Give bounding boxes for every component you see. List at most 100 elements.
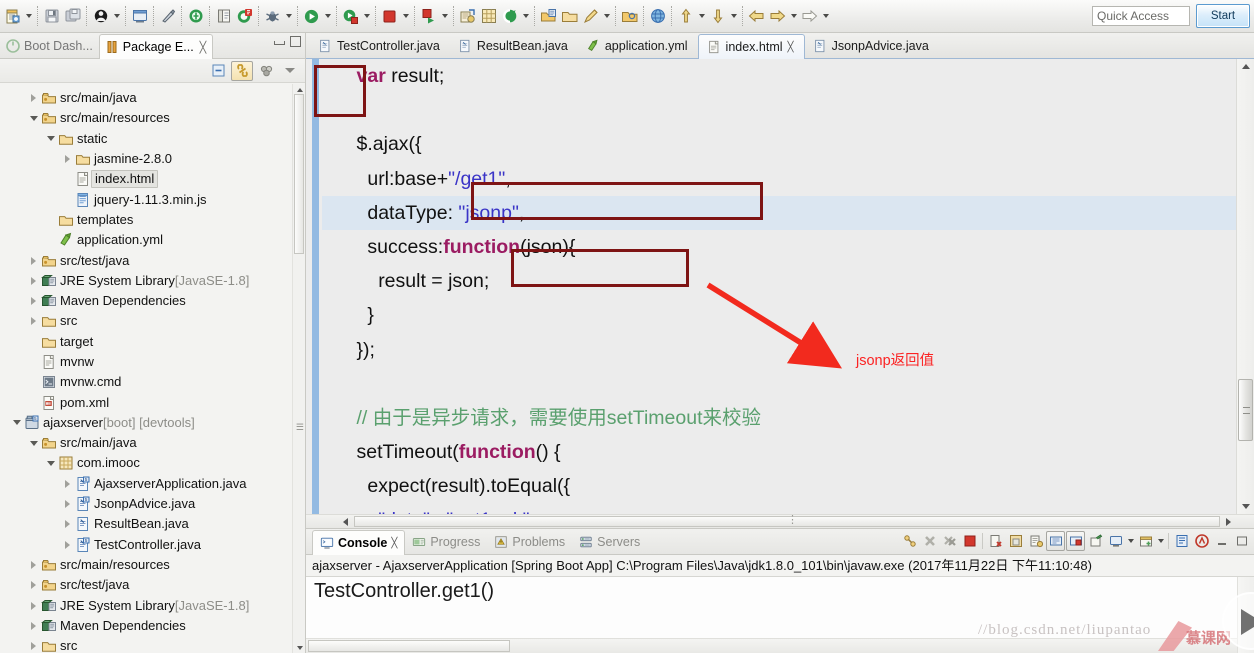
view-tab-boot-dashboard[interactable]: Boot Dash... [0,33,99,58]
new-wizard-dropdown-arrow[interactable] [23,5,34,27]
debug-dropdown-arrow[interactable] [283,5,294,27]
console-tab-problems[interactable]: Problems [487,529,572,554]
pin-console-icon[interactable] [1066,531,1085,551]
new-console-view-icon[interactable] [1136,531,1155,551]
tree-item-jre-system-library[interactable]: JRE System Library [JavaSE-1.8] [0,595,305,615]
next-annotation-dropdown-arrow[interactable] [728,5,739,27]
relaunch-icon[interactable] [900,531,919,551]
next-edit-dropdown-arrow[interactable] [820,5,831,27]
coverage-icon[interactable] [418,5,439,27]
tree-item-maven-dependencies[interactable]: Maven Dependencies [0,616,305,636]
open-perspective-icon[interactable] [129,5,150,27]
terminate-icon[interactable] [379,5,400,27]
scroll-down-arrow[interactable] [1237,499,1254,514]
console-vertical-scrollbar[interactable] [1237,577,1254,653]
tree-item-com-imooc[interactable]: com.imooc [0,453,305,473]
debug-icon[interactable] [262,5,283,27]
tree-item-maven-dependencies[interactable]: Maven Dependencies [0,291,305,311]
clear-console-icon[interactable] [1026,531,1045,551]
previous-annotation-icon[interactable] [675,5,696,27]
toggle-mark-occurrences-icon[interactable] [157,5,178,27]
edit-dropdown-arrow[interactable] [601,5,612,27]
new-junit-dropdown-arrow[interactable] [520,5,531,27]
open-console-icon[interactable] [1106,531,1125,551]
expand-arrow-icon[interactable] [27,293,40,309]
maximize-icon[interactable] [1232,531,1251,551]
expand-arrow-icon[interactable] [61,496,74,512]
open-dialog-icon[interactable] [234,5,255,27]
folder-icon[interactable] [559,5,580,27]
editor-vertical-scrollbar[interactable] [1236,59,1254,514]
open-type-icon[interactable] [185,5,206,27]
console-horizontal-scrollbar[interactable] [306,638,1237,653]
tree-item-src[interactable]: src [0,311,305,331]
editor-tab-index-html[interactable]: index.html ╳ [697,34,805,59]
terminate-all-icon[interactable] [940,531,959,551]
new-class-icon[interactable] [478,5,499,27]
tree-item-ajaxserverapplication-java[interactable]: 5 AjaxserverApplication.java [0,474,305,494]
remove-all-terminated-icon[interactable] [1006,531,1025,551]
save-icon[interactable] [41,5,62,27]
terminate-dropdown-arrow[interactable] [400,5,411,27]
scroll-right-arrow[interactable] [1221,515,1236,528]
close-icon[interactable]: ╳ [788,42,794,53]
editor-horizontal-scrollbar[interactable] [306,513,1254,528]
search-folder-icon[interactable] [619,5,640,27]
expand-arrow-icon[interactable] [61,537,74,553]
start-button[interactable]: Start [1196,4,1250,28]
next-edit-icon[interactable] [799,5,820,27]
tree-item-testcontroller-java[interactable]: 5 TestController.java [0,535,305,555]
expand-arrow-icon[interactable] [10,415,23,431]
expand-arrow-icon[interactable] [27,598,40,614]
save-all-icon[interactable] [62,5,83,27]
close-icon[interactable]: ╳ [200,41,207,54]
forward-dropdown-arrow[interactable] [788,5,799,27]
scrollbar-thumb[interactable] [354,513,1220,527]
editor-gutter[interactable] [306,59,322,514]
collapse-all-icon[interactable] [207,61,229,81]
code-editor[interactable]: var result; $.ajax({ url:base+"/get1", d… [306,59,1254,528]
previous-annotation-dropdown-arrow[interactable] [696,5,707,27]
tree-item-src-main-java[interactable]: src/main/java [0,88,305,108]
expand-arrow-icon[interactable] [61,151,74,167]
expand-arrow-icon[interactable] [44,131,57,147]
console-output-area[interactable]: TestController.get1() [306,576,1254,653]
console-tab-console[interactable]: Console ╳ [312,530,406,555]
scroll-up-arrow[interactable] [1237,59,1254,74]
edit-icon[interactable] [580,5,601,27]
remove-launch-icon[interactable] [986,531,1005,551]
quick-access-input[interactable]: Quick Access [1092,6,1190,26]
next-annotation-icon[interactable] [707,5,728,27]
open-resource-icon[interactable] [538,5,559,27]
maximize-icon[interactable] [290,36,301,47]
expand-arrow-icon[interactable] [27,90,40,106]
tree-item-jre-system-library[interactable]: JRE System Library [JavaSE-1.8] [0,271,305,291]
tree-item-src-test-java[interactable]: src/test/java [0,575,305,595]
coverage-dropdown-arrow[interactable] [439,5,450,27]
project-tree[interactable]: src/main/java src/main/resources static jas… [0,84,305,653]
tree-item-src-main-resources[interactable]: src/main/resources [0,108,305,128]
tree-item-target[interactable]: target [0,332,305,352]
tree-item-application-yml[interactable]: application.yml [0,230,305,250]
link-with-editor-icon[interactable] [231,60,253,81]
boot-dashboard-icon[interactable] [90,5,111,27]
scroll-left-arrow[interactable] [338,515,353,528]
open-console-dropdown-arrow[interactable] [1126,531,1135,551]
new-package-icon[interactable] [457,5,478,27]
tree-item-resultbean-java[interactable]: ResultBean.java [0,514,305,534]
editor-tab-application-yml[interactable]: application.yml [578,33,698,58]
stop-icon[interactable] [960,531,979,551]
expand-arrow-icon[interactable] [27,253,40,269]
expand-arrow-icon[interactable] [61,476,74,492]
tree-vertical-scrollbar[interactable]: ☰ [292,84,305,653]
boot-dashboard-dropdown-arrow[interactable] [111,5,122,27]
new-junit-icon[interactable] [499,5,520,27]
display-selected-console-icon[interactable] [1086,531,1105,551]
scrollbar-thumb[interactable] [308,640,510,652]
ansi-console-icon[interactable] [1192,531,1211,551]
expand-arrow-icon[interactable] [27,110,40,126]
tree-item-static[interactable]: static [0,129,305,149]
new-console-view-dropdown-arrow[interactable] [1156,531,1165,551]
tree-item-jquery-1-11-3-min-js[interactable]: jquery-1.11.3.min.js [0,189,305,209]
close-icon[interactable]: ╳ [391,538,397,549]
